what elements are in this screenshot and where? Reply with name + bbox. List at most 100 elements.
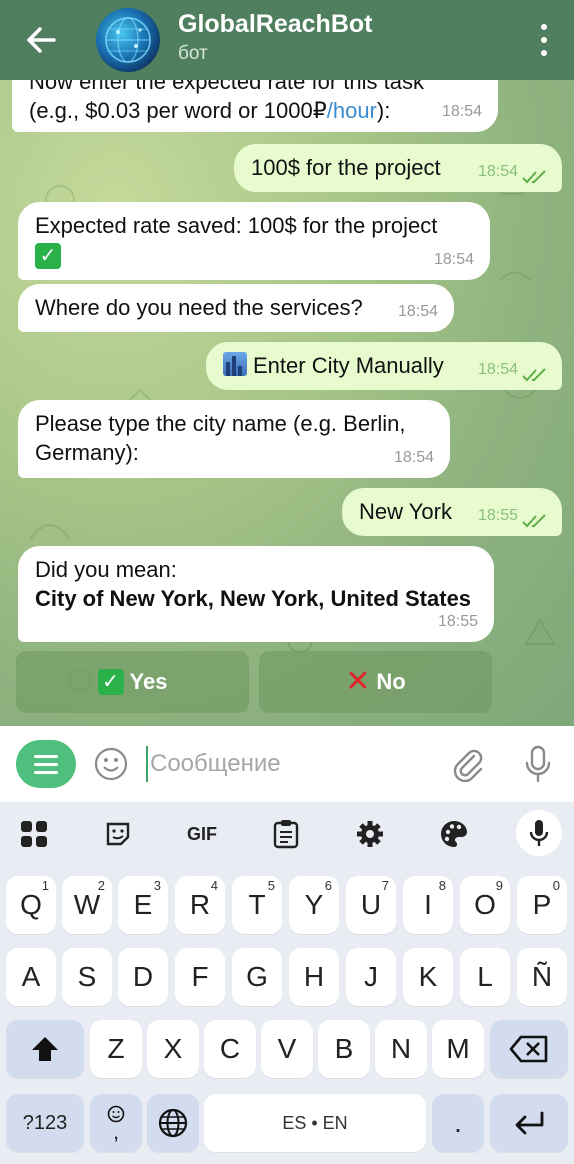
key-y[interactable]: Y6 — [289, 876, 339, 934]
key-k[interactable]: K — [403, 948, 453, 1006]
message-text: (e.g., $0.03 per word or 1000₽/hour): — [29, 98, 391, 123]
message-outgoing[interactable]: Enter City Manually 18:54 — [206, 342, 562, 390]
key-f[interactable]: F — [175, 948, 225, 1006]
message-incoming[interactable]: Please type the city name (e.g. Berlin, … — [18, 400, 450, 478]
no-label: No — [376, 669, 406, 694]
bot-menu-button[interactable] — [16, 740, 76, 788]
clipboard-button[interactable] — [266, 814, 306, 854]
message-text: Germany): — [35, 440, 139, 465]
settings-button[interactable] — [350, 814, 390, 854]
key-v[interactable]: V — [261, 1020, 313, 1078]
message-text: Please type the city name (e.g. Berlin, — [35, 411, 406, 436]
chat-title-block[interactable]: GlobalReachBot бот — [178, 10, 372, 65]
key-n[interactable]: N — [375, 1020, 427, 1078]
message-text: Enter City Manually — [253, 353, 444, 378]
key-b[interactable]: B — [318, 1020, 370, 1078]
back-button[interactable] — [0, 0, 82, 80]
key-i[interactable]: I8 — [403, 876, 453, 934]
double-check-icon — [522, 514, 546, 528]
key-m[interactable]: M — [432, 1020, 484, 1078]
key-z[interactable]: Z — [90, 1020, 142, 1078]
arrow-left-icon — [27, 27, 56, 53]
backspace-icon — [509, 1035, 548, 1063]
shift-arrow-icon — [32, 1037, 58, 1061]
backspace-key[interactable] — [490, 1020, 568, 1078]
language-globe-key[interactable] — [147, 1094, 199, 1152]
chat-header: GlobalReachBot бот — [0, 0, 574, 80]
no-button[interactable]: ✕ No — [259, 651, 492, 713]
message-incoming[interactable]: Expected rate saved: 100$ for the projec… — [18, 202, 490, 280]
period-key[interactable]: . — [432, 1094, 484, 1152]
message-input-bar — [0, 726, 574, 802]
message-input[interactable] — [146, 746, 426, 782]
on-screen-keyboard: GIF Q1 W2 E3 R4 T5 Y6 U7 I8 O9 P0 A S D … — [0, 802, 574, 1164]
key-n-tilde[interactable]: Ñ — [517, 948, 567, 1006]
voice-record-mic-icon[interactable] — [522, 744, 554, 784]
message-outgoing[interactable]: New York 18:55 — [342, 488, 562, 536]
comma-label: , — [112, 1119, 120, 1144]
message-incoming[interactable]: Now enter the expected rate for this tas… — [12, 80, 498, 132]
menu-lines-icon — [34, 754, 58, 758]
more-menu-button[interactable] — [534, 24, 554, 56]
emoji-button[interactable] — [94, 747, 128, 781]
voice-typing-button[interactable] — [516, 810, 562, 856]
message-text: Now enter the expected rate for this tas… — [29, 80, 424, 94]
apps-grid-icon — [21, 821, 47, 847]
yes-button[interactable]: ✓ Yes — [16, 651, 249, 713]
clipboard-icon — [273, 820, 299, 849]
key-c[interactable]: C — [204, 1020, 256, 1078]
sticker-icon — [106, 822, 130, 846]
space-bar[interactable]: ES • EN — [204, 1094, 426, 1152]
key-r[interactable]: R4 — [175, 876, 225, 934]
shift-key[interactable] — [6, 1020, 84, 1078]
key-t[interactable]: T5 — [232, 876, 282, 934]
palette-icon — [441, 821, 467, 847]
sticker-button[interactable] — [98, 814, 138, 854]
check-mark-emoji-icon: ✓ — [97, 669, 124, 695]
apps-grid-button[interactable] — [14, 814, 54, 854]
cityscape-emoji-icon — [223, 352, 247, 376]
symbols-key[interactable]: ?123 — [6, 1094, 84, 1152]
key-j[interactable]: J — [346, 948, 396, 1006]
attach-paperclip-icon[interactable] — [450, 746, 484, 782]
message-time: 18:55 — [437, 613, 478, 630]
message-text: New York — [359, 499, 452, 524]
message-incoming[interactable]: Did you mean: City of New York, New York… — [18, 546, 494, 642]
key-e[interactable]: E3 — [118, 876, 168, 934]
hour-command-link[interactable]: /hour — [327, 98, 377, 123]
message-text: 100$ for the project — [251, 155, 441, 180]
message-incoming[interactable]: Where do you need the services? 18:54 — [18, 284, 454, 332]
cross-mark-emoji-icon: ✕ — [345, 665, 371, 698]
key-s[interactable]: S — [62, 948, 112, 1006]
chat-subtitle: бот — [178, 43, 208, 64]
enter-arrow-icon — [515, 1111, 544, 1135]
key-l[interactable]: L — [460, 948, 510, 1006]
key-g[interactable]: G — [232, 948, 282, 1006]
chat-area[interactable]: Now enter the expected rate for this tas… — [0, 80, 574, 726]
gif-button[interactable]: GIF — [182, 814, 222, 854]
key-x[interactable]: X — [147, 1020, 199, 1078]
key-a[interactable]: A — [6, 948, 56, 1006]
key-h[interactable]: H — [289, 948, 339, 1006]
double-check-icon — [522, 368, 546, 382]
key-d[interactable]: D — [118, 948, 168, 1006]
key-o[interactable]: O9 — [460, 876, 510, 934]
key-u[interactable]: U7 — [346, 876, 396, 934]
chat-title: GlobalReachBot — [178, 10, 373, 38]
message-text: Did you mean: — [35, 557, 177, 582]
message-time: 18:54 — [393, 449, 434, 466]
message-text: Where do you need the services? — [35, 295, 363, 320]
message-time: 18:55 — [477, 507, 518, 524]
key-p[interactable]: P0 — [517, 876, 567, 934]
enter-key[interactable] — [490, 1094, 568, 1152]
message-outgoing[interactable]: 100$ for the project 18:54 — [234, 144, 562, 192]
bot-avatar[interactable] — [96, 8, 160, 72]
emoji-comma-key[interactable]: , — [90, 1094, 142, 1152]
message-time: 18:54 — [477, 163, 518, 180]
globe-icon — [158, 1108, 188, 1138]
key-q[interactable]: Q1 — [6, 876, 56, 934]
check-mark-emoji-icon: ✓ — [35, 243, 61, 270]
message-time: 18:54 — [433, 251, 474, 268]
key-w[interactable]: W2 — [62, 876, 112, 934]
theme-button[interactable] — [434, 814, 474, 854]
